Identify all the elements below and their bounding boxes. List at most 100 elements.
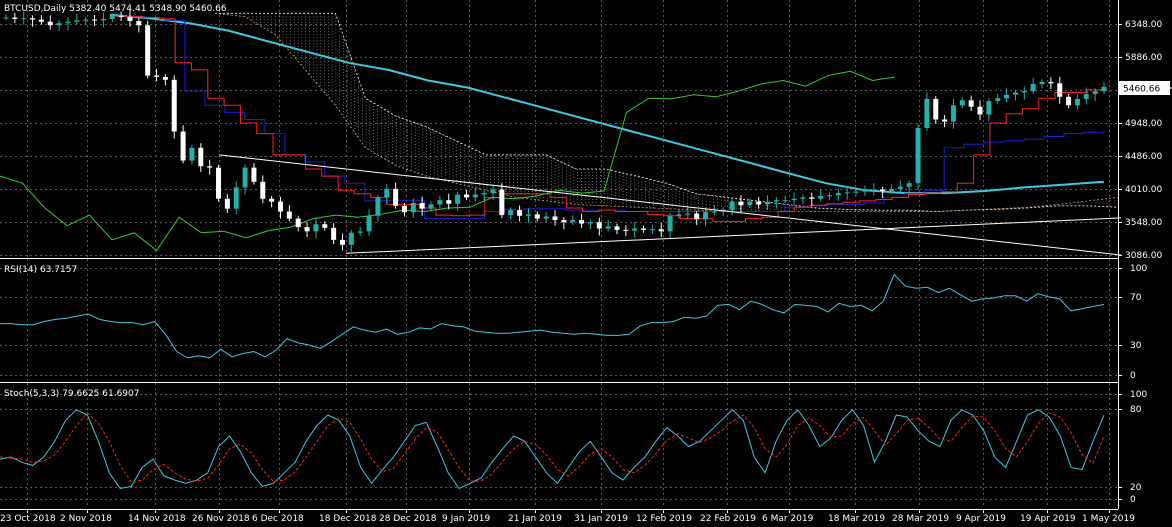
time-tick-label: 26 Nov 2018 — [192, 514, 250, 524]
candle-body — [162, 76, 168, 80]
candle-body — [118, 16, 124, 18]
candle-body — [844, 192, 850, 194]
candle-body — [1012, 92, 1018, 95]
candle-body — [393, 188, 399, 206]
candle-body — [587, 222, 593, 224]
time-tick-label: 9 Jan 2019 — [442, 514, 490, 524]
candle-body — [968, 100, 974, 107]
chart-header: BTCUSD,Daily 5382.40 5474.41 5348.90 546… — [4, 4, 227, 14]
candle-body — [446, 200, 452, 204]
candle-body — [1066, 96, 1072, 106]
candle-body — [915, 127, 921, 184]
candle-body — [30, 18, 36, 20]
candle-body — [765, 201, 771, 205]
time-tick-label: 6 Dec 2018 — [252, 514, 304, 524]
candle-body — [605, 226, 611, 229]
candle-body — [375, 197, 381, 216]
candle-body — [481, 193, 487, 195]
rsi-tick-label: 70 — [1130, 293, 1142, 303]
candle-body — [216, 167, 222, 199]
candle-body — [862, 190, 868, 192]
candle-body — [295, 218, 301, 228]
candle-body — [658, 229, 664, 232]
stoch-header: Stoch(5,3,3) 79.6625 61.6907 — [4, 389, 139, 399]
candle-body — [224, 198, 230, 209]
candle-body — [490, 189, 496, 194]
candle-body — [410, 203, 416, 213]
candle-body — [756, 201, 762, 205]
candle-body — [782, 200, 788, 202]
candle-body — [463, 194, 469, 198]
time-tick-label: 6 Mar 2019 — [762, 514, 814, 524]
candle-body — [339, 239, 345, 245]
price-tick-label: 3086.00 — [1125, 251, 1162, 261]
candle-body — [995, 98, 1001, 102]
candle-body — [1074, 98, 1080, 106]
candle-body — [773, 200, 779, 202]
candle-body — [942, 119, 948, 122]
candle-body — [1092, 91, 1098, 94]
candle-body — [357, 231, 363, 233]
candle-body — [348, 232, 354, 245]
candle-body — [1083, 93, 1089, 99]
time-tick-label: 22 Feb 2019 — [700, 514, 756, 524]
candle-body — [747, 201, 753, 206]
candle-body — [632, 228, 638, 231]
candle-body — [986, 101, 992, 115]
time-tick-label: 9 Apr 2019 — [956, 514, 1006, 524]
candle-body — [384, 188, 390, 198]
candle-body — [12, 17, 18, 19]
candle-body — [809, 197, 815, 199]
candle-body — [331, 227, 337, 240]
candle-body — [242, 167, 248, 188]
candle-body — [109, 16, 115, 19]
candle-body — [189, 147, 195, 161]
current-price-label: 5460.66 — [1123, 85, 1160, 95]
candle-body — [286, 211, 292, 219]
candle-body — [791, 198, 797, 201]
candle-body — [818, 195, 824, 199]
time-tick-label: 21 Jan 2019 — [508, 514, 562, 524]
candle-body — [180, 131, 186, 161]
candle-body — [260, 181, 266, 199]
candle-body — [499, 189, 505, 216]
price-tick-label: 4948.00 — [1125, 119, 1162, 129]
candle-body — [871, 189, 877, 191]
candle-body — [401, 205, 407, 213]
candle-body — [145, 25, 151, 76]
candle-body — [641, 228, 647, 230]
rsi-tick-label: 30 — [1130, 341, 1142, 351]
stoch-tick-label: 0 — [1130, 495, 1136, 505]
trading-chart[interactable]: BTCUSD,Daily 5382.40 5474.41 5348.90 546… — [0, 0, 1172, 527]
candle-body — [703, 212, 709, 220]
candle-body — [304, 227, 310, 232]
candle-body — [74, 20, 80, 22]
candle-body — [950, 105, 956, 122]
candle-body — [596, 222, 602, 229]
time-tick-label: 31 Jan 2019 — [574, 514, 628, 524]
candle-body — [623, 229, 629, 231]
time-tick-label: 12 Feb 2019 — [636, 514, 692, 524]
candle-body — [92, 19, 98, 21]
candle-body — [924, 98, 930, 128]
candle-body — [1101, 86, 1107, 92]
candle-body — [552, 216, 558, 221]
candle-body — [100, 18, 106, 21]
candle-body — [561, 220, 567, 223]
candle-body — [897, 186, 903, 189]
candle-body — [959, 100, 965, 106]
candle-body — [1039, 81, 1045, 85]
candle-body — [977, 106, 983, 115]
candle-body — [676, 214, 682, 216]
candle-body — [1004, 94, 1010, 99]
candle-body — [1057, 83, 1063, 97]
candle-body — [685, 213, 691, 215]
price-tick-label: 4010.00 — [1125, 185, 1162, 195]
time-tick-label: 18 Mar 2019 — [828, 514, 885, 524]
candle-body — [269, 198, 275, 202]
price-tick-label: 6348.00 — [1125, 20, 1162, 30]
candle-body — [428, 204, 434, 209]
time-tick-label: 23 Oct 2018 — [0, 514, 56, 524]
candle-body — [3, 17, 9, 19]
candle-body — [136, 21, 142, 26]
